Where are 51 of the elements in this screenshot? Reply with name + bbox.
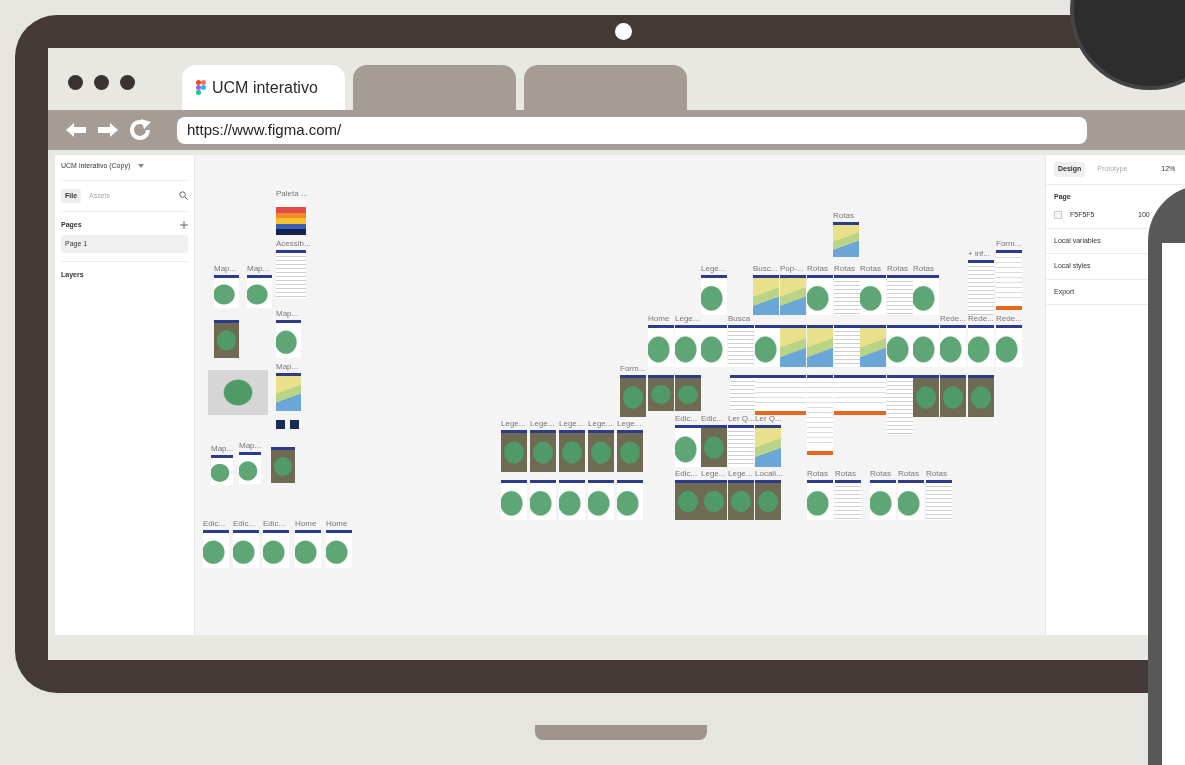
frame-label[interactable]: Rotas bbox=[898, 469, 919, 478]
frame-label[interactable]: Home bbox=[326, 519, 348, 528]
frame-label[interactable]: Edic... bbox=[203, 519, 226, 528]
frame-label[interactable]: Rotas bbox=[860, 264, 881, 273]
frame-label[interactable]: Map... bbox=[239, 441, 262, 450]
frame-label[interactable]: Busca bbox=[728, 314, 751, 323]
browser-tab[interactable]: UCM interativo bbox=[182, 65, 345, 110]
frame-label[interactable]: Rede... bbox=[996, 314, 1022, 323]
frame-label[interactable]: Acessib... bbox=[276, 239, 311, 248]
frame-label[interactable]: Home bbox=[648, 314, 670, 323]
frame-label[interactable]: Lege... bbox=[728, 469, 753, 478]
frame-label[interactable]: Rede... bbox=[968, 314, 994, 323]
frame-label[interactable]: Pop-... bbox=[780, 264, 804, 273]
frame-label[interactable]: Lege... bbox=[559, 419, 584, 428]
frame-label[interactable]: Lege... bbox=[675, 314, 700, 323]
frame-label[interactable]: Lege... bbox=[588, 419, 613, 428]
frame-label[interactable]: Lege... bbox=[501, 419, 526, 428]
frame-label[interactable]: Locali... bbox=[755, 469, 783, 478]
url-field[interactable]: https://www.figma.com/ bbox=[177, 116, 1087, 144]
frame-label[interactable]: Rotas bbox=[807, 469, 828, 478]
frame-label[interactable]: Ler Q... bbox=[728, 414, 755, 423]
frame-label[interactable]: Lege... bbox=[617, 419, 642, 428]
frame-label[interactable]: Rotas bbox=[833, 211, 854, 220]
frame-label[interactable]: + inf... bbox=[968, 249, 990, 258]
frame-label[interactable]: Map... bbox=[276, 309, 299, 318]
frame-label[interactable]: Edic... bbox=[233, 519, 256, 528]
frame-label[interactable]: Home bbox=[295, 519, 317, 528]
frame-label[interactable]: Lege... bbox=[701, 469, 726, 478]
frame-label[interactable]: Rotas bbox=[926, 469, 947, 478]
frame-label[interactable]: Form... bbox=[620, 364, 646, 373]
frame-label[interactable]: Edic... bbox=[263, 519, 286, 528]
frame-label[interactable]: Edic... bbox=[675, 414, 698, 423]
frame-label[interactable]: Rotas bbox=[913, 264, 934, 273]
frame-label[interactable]: Lege... bbox=[701, 264, 726, 273]
frame-label[interactable]: Rotas bbox=[835, 469, 856, 478]
frame-label[interactable]: Rede... bbox=[940, 314, 966, 323]
frame-label[interactable]: Paleta ... bbox=[276, 189, 308, 198]
frame-label[interactable]: Map... bbox=[214, 264, 237, 273]
frame-label[interactable]: Rotas bbox=[870, 469, 891, 478]
frame-label[interactable]: Busc... bbox=[753, 264, 778, 273]
frame-label[interactable]: Map... bbox=[247, 264, 270, 273]
frame-label[interactable]: Edic... bbox=[675, 469, 698, 478]
frame-label[interactable]: Rotas bbox=[887, 264, 908, 273]
frame-label[interactable]: Rotas bbox=[834, 264, 855, 273]
frame-label[interactable]: Map... bbox=[276, 362, 299, 371]
frame-label[interactable]: Edic... bbox=[701, 414, 724, 423]
frame-label[interactable]: Map... bbox=[211, 444, 234, 453]
frame-label[interactable]: Form... bbox=[996, 239, 1022, 248]
frame-label[interactable]: Lege... bbox=[530, 419, 555, 428]
frame-label[interactable]: Rotas bbox=[807, 264, 828, 273]
frame-label[interactable]: Ler Q... bbox=[755, 414, 782, 423]
